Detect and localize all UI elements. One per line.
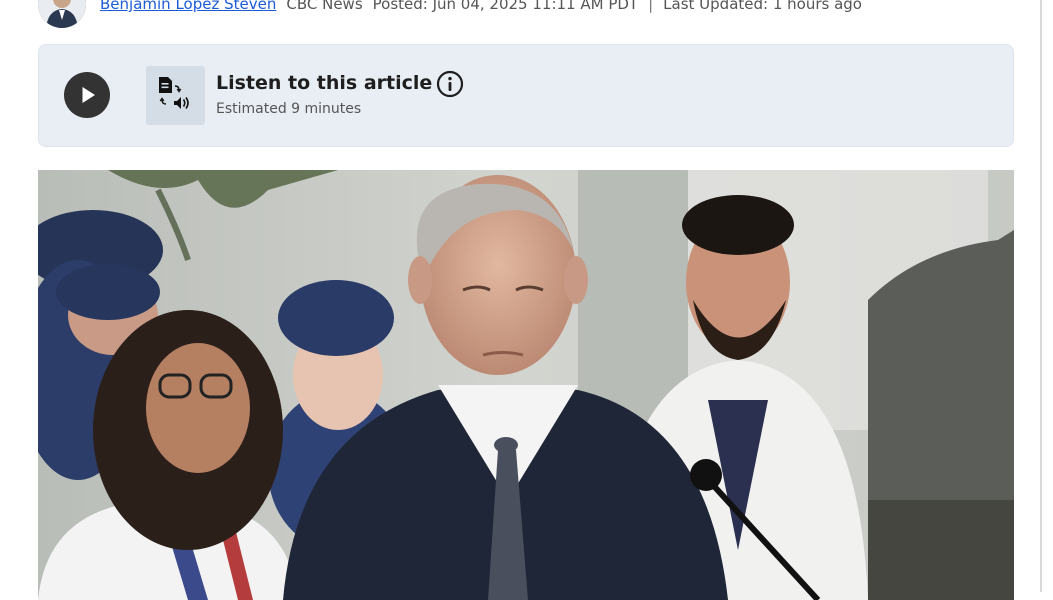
article-hero-image: [38, 170, 1014, 600]
play-button[interactable]: [64, 72, 110, 118]
posted-date: Posted: Jun 04, 2025 11:11 AM PDT: [372, 0, 639, 13]
byline: Benjamin Lopez Steven CBC News Posted: J…: [38, 0, 862, 28]
last-updated: Last Updated: 1 hours ago: [663, 0, 862, 13]
byline-separator: |: [648, 0, 654, 13]
page-edge-divider: [1040, 0, 1042, 592]
listen-duration: Estimated 9 minutes: [216, 101, 362, 117]
play-icon: [82, 87, 95, 103]
author-avatar[interactable]: [38, 0, 86, 28]
listen-to-article-panel: Listen to this article Estimated 9 minut…: [38, 44, 1014, 147]
info-icon[interactable]: [436, 70, 464, 98]
news-source: CBC News: [286, 0, 363, 13]
text-to-speech-icon: [146, 66, 205, 125]
author-link[interactable]: Benjamin Lopez Steven: [100, 0, 276, 13]
listen-title: Listen to this article: [216, 72, 433, 94]
